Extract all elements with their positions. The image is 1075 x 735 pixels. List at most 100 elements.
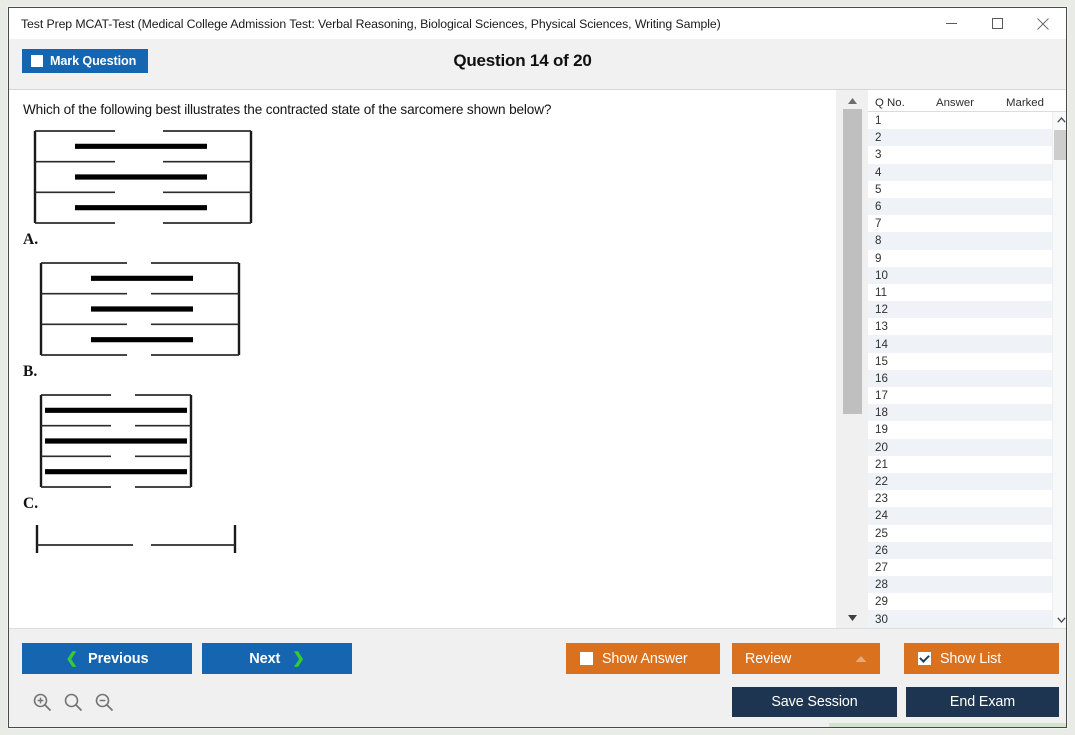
row-question-number: 13: [875, 320, 888, 334]
question-list-row[interactable]: 22: [868, 472, 1066, 491]
show-answer-label: Show Answer: [602, 650, 688, 667]
row-question-number: 10: [875, 268, 888, 282]
question-list-row[interactable]: 9: [868, 249, 1066, 267]
next-button[interactable]: Next ❯: [202, 643, 352, 674]
row-question-number: 8: [875, 234, 882, 248]
zoom-reset-icon[interactable]: [62, 691, 84, 713]
question-list-row[interactable]: 20: [868, 438, 1066, 456]
review-dropdown[interactable]: Review: [732, 643, 880, 674]
show-list-checkbox[interactable]: [918, 652, 931, 665]
row-question-number: 11: [875, 285, 888, 299]
zoom-out-icon[interactable]: [93, 691, 115, 713]
question-stem: Which of the following best illustrates …: [23, 102, 552, 117]
exam-window: Test Prep MCAT-Test (Medical College Adm…: [8, 7, 1067, 728]
question-list-row[interactable]: 8: [868, 232, 1066, 250]
question-list-row[interactable]: 5: [868, 180, 1066, 198]
list-scroll-up-icon[interactable]: [1053, 112, 1066, 128]
question-list-row[interactable]: 28: [868, 576, 1066, 594]
save-session-button[interactable]: Save Session: [732, 687, 897, 717]
next-label: Next: [249, 650, 281, 667]
answer-choice[interactable]: C.: [23, 391, 835, 513]
row-question-number: 9: [875, 251, 882, 265]
window-title: Test Prep MCAT-Test (Medical College Adm…: [21, 16, 721, 31]
chevron-up-icon: [855, 655, 867, 662]
question-list-row[interactable]: 21: [868, 455, 1066, 473]
show-answer-checkbox[interactable]: [580, 652, 593, 665]
question-list-panel: Q No. Answer Marked 1 2 3 4 5 6 7 8 9 10 11 12 13 14 1…: [868, 90, 1066, 628]
row-question-number: 17: [875, 389, 888, 403]
sarcomere-diagram: [23, 391, 835, 491]
question-content-pane: Which of the following best illustrates …: [9, 90, 835, 628]
question-list-row[interactable]: 11: [868, 283, 1066, 302]
previous-button[interactable]: ❮ Previous: [22, 643, 192, 674]
row-question-number: 18: [875, 406, 888, 420]
row-question-number: 29: [875, 595, 888, 609]
choice-letter: C.: [23, 495, 39, 512]
list-scrollbar-thumb[interactable]: [1054, 130, 1066, 160]
question-list-header: Q No. Answer Marked: [868, 90, 1066, 112]
maximize-icon[interactable]: [974, 8, 1020, 39]
row-question-number: 24: [875, 509, 888, 523]
question-list-row[interactable]: 6: [868, 197, 1066, 216]
row-question-number: 2: [875, 131, 882, 145]
row-question-number: 4: [875, 165, 882, 179]
zoom-in-icon[interactable]: [31, 691, 53, 713]
question-list-row[interactable]: 7: [868, 215, 1066, 233]
row-question-number: 14: [875, 337, 888, 351]
row-question-number: 15: [875, 354, 888, 368]
question-list-row[interactable]: 15: [868, 352, 1066, 370]
column-header-marked: Marked: [1006, 97, 1044, 109]
list-scroll-down-icon[interactable]: [1053, 612, 1066, 628]
scroll-up-icon[interactable]: [843, 92, 861, 109]
show-list-label: Show List: [940, 650, 1002, 667]
row-question-number: 1: [875, 114, 882, 128]
question-list-row[interactable]: 18: [868, 404, 1066, 422]
question-list-row[interactable]: 19: [868, 421, 1066, 439]
content-scrollbar-thumb[interactable]: [843, 109, 862, 414]
answer-choice[interactable]: [23, 523, 835, 553]
question-list-row[interactable]: 25: [868, 524, 1066, 542]
content-scrollbar[interactable]: [835, 90, 868, 628]
exam-header: Mark Question Question 14 of 20: [9, 39, 1066, 90]
question-list-row[interactable]: 27: [868, 558, 1066, 577]
row-question-number: 6: [875, 200, 882, 214]
minimize-icon[interactable]: [928, 8, 974, 39]
row-question-number: 16: [875, 371, 888, 385]
question-list-row[interactable]: 17: [868, 387, 1066, 405]
choice-letter: A.: [23, 231, 39, 248]
question-list-row[interactable]: 30: [868, 610, 1066, 628]
question-list-row[interactable]: 4: [868, 163, 1066, 181]
question-counter: Question 14 of 20: [453, 51, 592, 70]
question-list-row[interactable]: 2: [868, 129, 1066, 147]
close-icon[interactable]: [1020, 8, 1066, 39]
question-list-row[interactable]: 26: [868, 541, 1066, 559]
question-list-row[interactable]: 3: [868, 146, 1066, 164]
show-answer-button[interactable]: Show Answer: [566, 643, 720, 674]
row-question-number: 26: [875, 543, 888, 557]
end-exam-button[interactable]: End Exam: [906, 687, 1059, 717]
question-list-row[interactable]: 29: [868, 593, 1066, 611]
sarcomere-diagram: [23, 523, 835, 553]
exam-footer: ❮ Previous Next ❯ Show Answer Review Sho…: [9, 628, 1066, 727]
window-titlebar: Test Prep MCAT-Test (Medical College Adm…: [9, 8, 1066, 39]
row-question-number: 25: [875, 526, 888, 540]
question-list-row[interactable]: 12: [868, 301, 1066, 319]
question-list-row[interactable]: 24: [868, 507, 1066, 525]
question-list-row[interactable]: 16: [868, 369, 1066, 387]
answer-choice[interactable]: B.: [23, 259, 835, 381]
answer-choice[interactable]: A.: [23, 127, 835, 249]
question-list-row[interactable]: 23: [868, 490, 1066, 508]
question-list-row[interactable]: 1: [868, 112, 1066, 130]
question-list-row[interactable]: 14: [868, 335, 1066, 353]
row-question-number: 23: [875, 492, 888, 506]
question-list-row[interactable]: 10: [868, 266, 1066, 284]
row-question-number: 5: [875, 182, 882, 196]
content-scrollbar-track[interactable]: [843, 109, 862, 609]
row-question-number: 20: [875, 440, 888, 454]
show-list-button[interactable]: Show List: [904, 643, 1059, 674]
question-list-scrollbar[interactable]: [1052, 112, 1066, 628]
question-list-row[interactable]: 13: [868, 318, 1066, 336]
scroll-down-icon[interactable]: [843, 609, 861, 626]
save-session-label: Save Session: [771, 694, 858, 710]
zoom-toolbar: [31, 691, 115, 713]
